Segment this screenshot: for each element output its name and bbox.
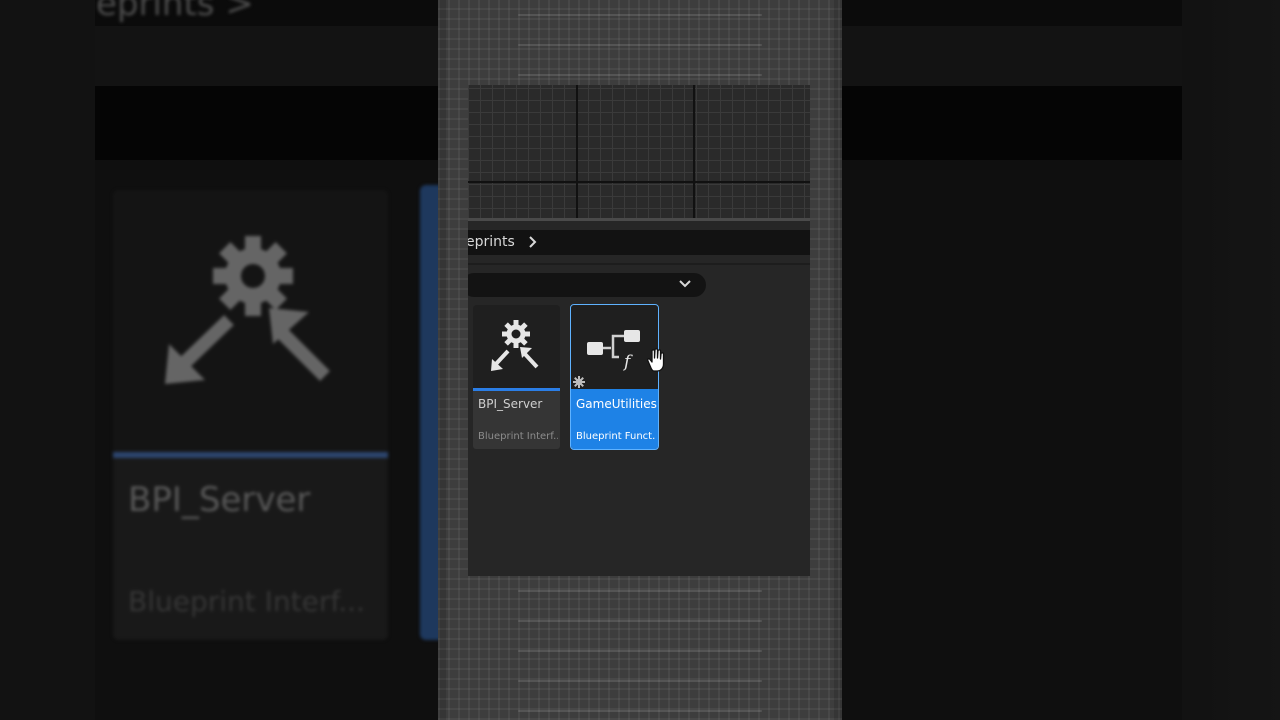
asset-type: Blueprint Funct... xyxy=(576,431,656,442)
frame-line xyxy=(518,14,762,16)
asset-thumbnail xyxy=(473,305,560,389)
frame-line xyxy=(518,710,762,712)
level-viewport[interactable] xyxy=(468,85,810,221)
grid-line xyxy=(693,85,695,218)
chevron-right-icon[interactable] xyxy=(528,235,538,249)
asset-tile-game-utilities[interactable]: f GameUtilities Blueprint Funct... xyxy=(570,304,659,450)
grid-line xyxy=(576,85,578,218)
asset-type: Blueprint Interf... xyxy=(478,431,558,442)
chevron-down-icon[interactable] xyxy=(678,279,692,289)
divider xyxy=(468,263,810,265)
asset-type-strip xyxy=(473,388,560,391)
svg-text:f: f xyxy=(622,352,633,372)
interface-icon xyxy=(491,320,539,371)
breadcrumb: eprints xyxy=(468,230,810,255)
frame-line xyxy=(518,680,762,682)
asset-name: BPI_Server xyxy=(478,397,543,411)
asset-name: GameUtilities xyxy=(576,397,657,411)
filter-dropdown[interactable] xyxy=(468,273,706,297)
frame-line xyxy=(518,620,762,622)
frame-line xyxy=(518,590,762,592)
hand-cursor-icon xyxy=(647,348,665,372)
viewport-border xyxy=(468,218,810,221)
asset-tile-bpi-server[interactable]: BPI_Server Blueprint Interf... xyxy=(473,305,560,449)
frame-line xyxy=(518,44,762,46)
frame-line xyxy=(518,74,762,76)
frame-line xyxy=(518,650,762,652)
breadcrumb-folder[interactable]: eprints xyxy=(468,234,515,250)
frame-edge-right xyxy=(834,0,842,720)
content-browser-panel: eprints BPI_Server Blueprint Interf... f… xyxy=(468,85,810,576)
frame-edge-left xyxy=(438,0,446,720)
grid-line xyxy=(468,181,810,183)
